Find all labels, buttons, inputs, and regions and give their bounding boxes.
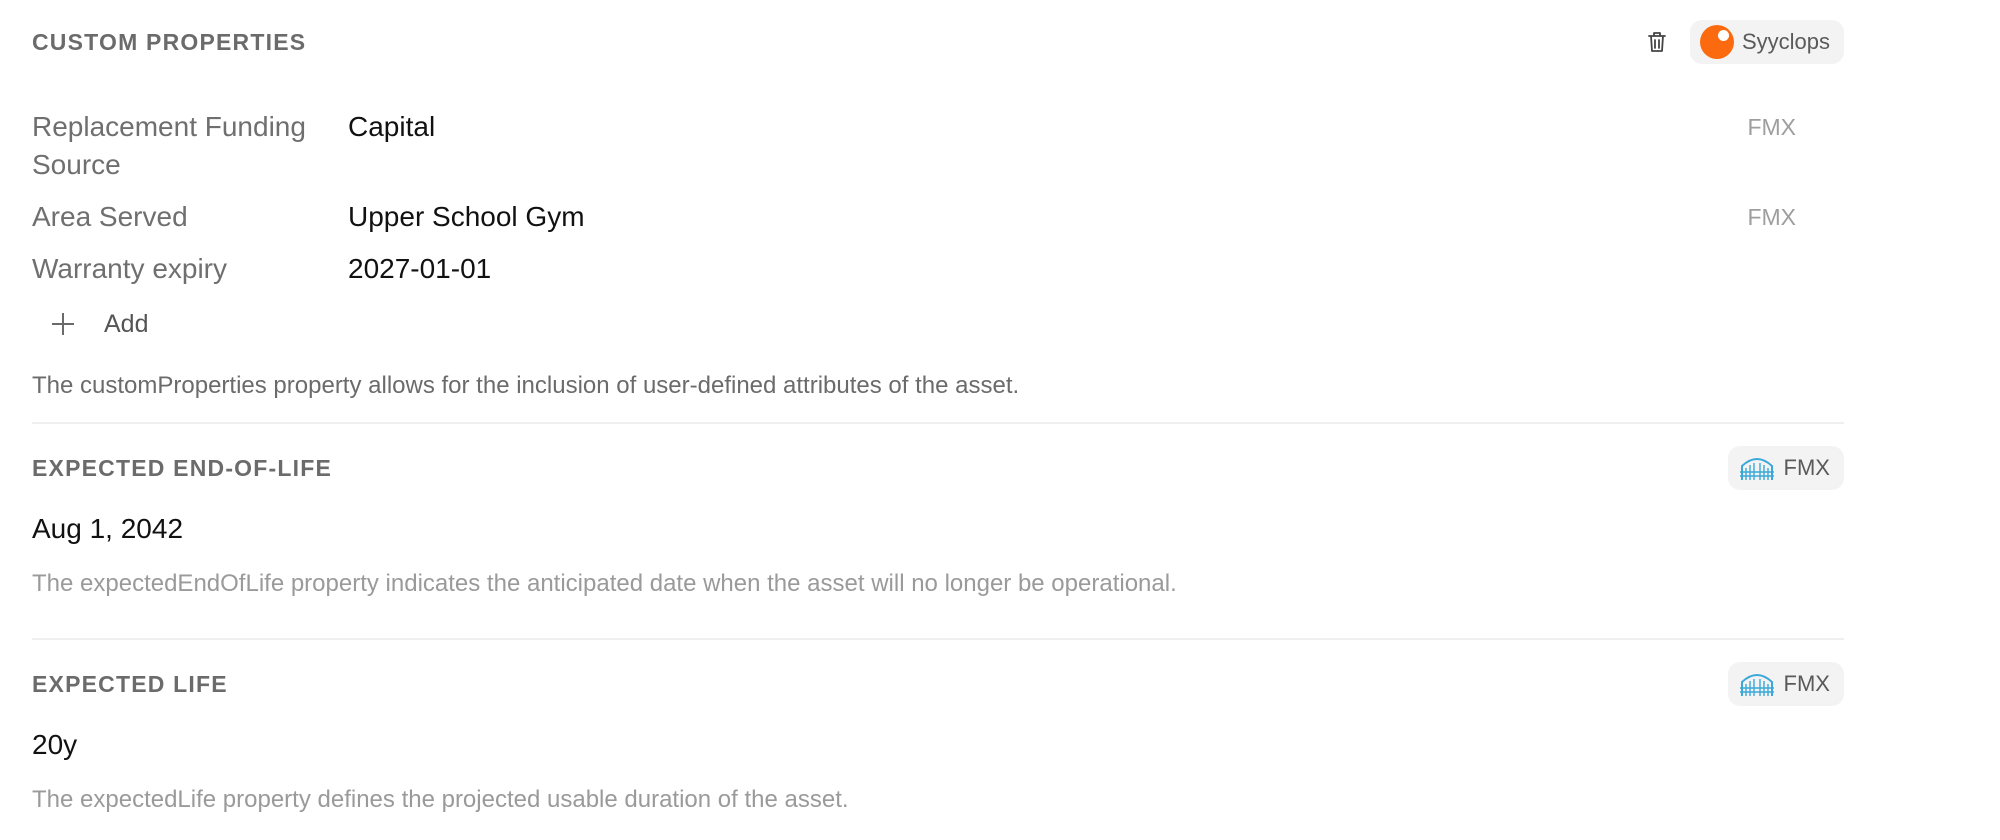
custom-property-row[interactable]: Warranty expiry 2027-01-01 <box>32 250 1844 288</box>
custom-properties-section: CUSTOM PROPERTIES Syyclops Replacement F… <box>32 0 1844 424</box>
custom-properties-list: Replacement Funding Source Capital FMX A… <box>32 108 1844 288</box>
delete-button[interactable] <box>1642 27 1672 57</box>
add-property-button[interactable]: Add <box>32 302 190 346</box>
source-badge-syyclops[interactable]: Syyclops <box>1689 20 1844 64</box>
expected-life-section: EXPECTED LIFE FMX 20y The expectedLife p… <box>32 640 1844 830</box>
section-title: EXPECTED LIFE <box>32 670 228 697</box>
section-title: EXPECTED END-OF-LIFE <box>32 454 333 481</box>
fmx-logo-icon <box>1739 458 1774 480</box>
section-title: CUSTOM PROPERTIES <box>32 28 307 55</box>
property-key: Area Served <box>32 201 188 232</box>
expected-end-of-life-header: EXPECTED END-OF-LIFE FMX <box>32 424 1844 490</box>
add-label: Add <box>104 309 149 338</box>
property-value: Capital <box>348 111 436 142</box>
property-source: FMX <box>1747 204 1796 230</box>
custom-property-row[interactable]: Replacement Funding Source Capital FMX <box>32 108 1844 184</box>
fmx-logo-icon <box>1739 674 1774 696</box>
custom-property-row[interactable]: Area Served Upper School Gym FMX <box>32 198 1844 236</box>
expected-end-of-life-value: Aug 1, 2042 <box>32 513 184 544</box>
property-key: Warranty expiry <box>32 253 228 284</box>
property-key: Replacement Funding Source <box>32 111 306 180</box>
source-label: FMX <box>1783 671 1830 696</box>
expected-life-value: 20y <box>32 729 78 760</box>
asset-properties-panel: CUSTOM PROPERTIES Syyclops Replacement F… <box>32 0 1844 830</box>
source-badge-fmx[interactable]: FMX <box>1727 662 1844 706</box>
expected-life-header: EXPECTED LIFE FMX <box>32 640 1844 706</box>
trash-icon <box>1648 32 1666 52</box>
source-badge-fmx[interactable]: FMX <box>1727 446 1844 490</box>
section-description: The expectedEndOfLife property indicates… <box>32 570 1177 597</box>
property-value: 2027-01-01 <box>348 253 492 284</box>
source-label: Syyclops <box>1741 29 1830 54</box>
property-source: FMX <box>1747 114 1796 140</box>
custom-properties-header: CUSTOM PROPERTIES Syyclops <box>32 0 1844 64</box>
expected-end-of-life-section: EXPECTED END-OF-LIFE FMX Aug 1, 2042 The… <box>32 424 1844 640</box>
plus-icon <box>50 311 76 337</box>
section-description: The expectedLife property defines the pr… <box>32 786 849 813</box>
property-value: Upper School Gym <box>348 201 585 232</box>
syyclops-logo-icon <box>1699 25 1734 59</box>
source-label: FMX <box>1783 455 1830 480</box>
header-actions: Syyclops <box>1642 20 1844 64</box>
section-description: The customProperties property allows for… <box>32 372 1020 399</box>
